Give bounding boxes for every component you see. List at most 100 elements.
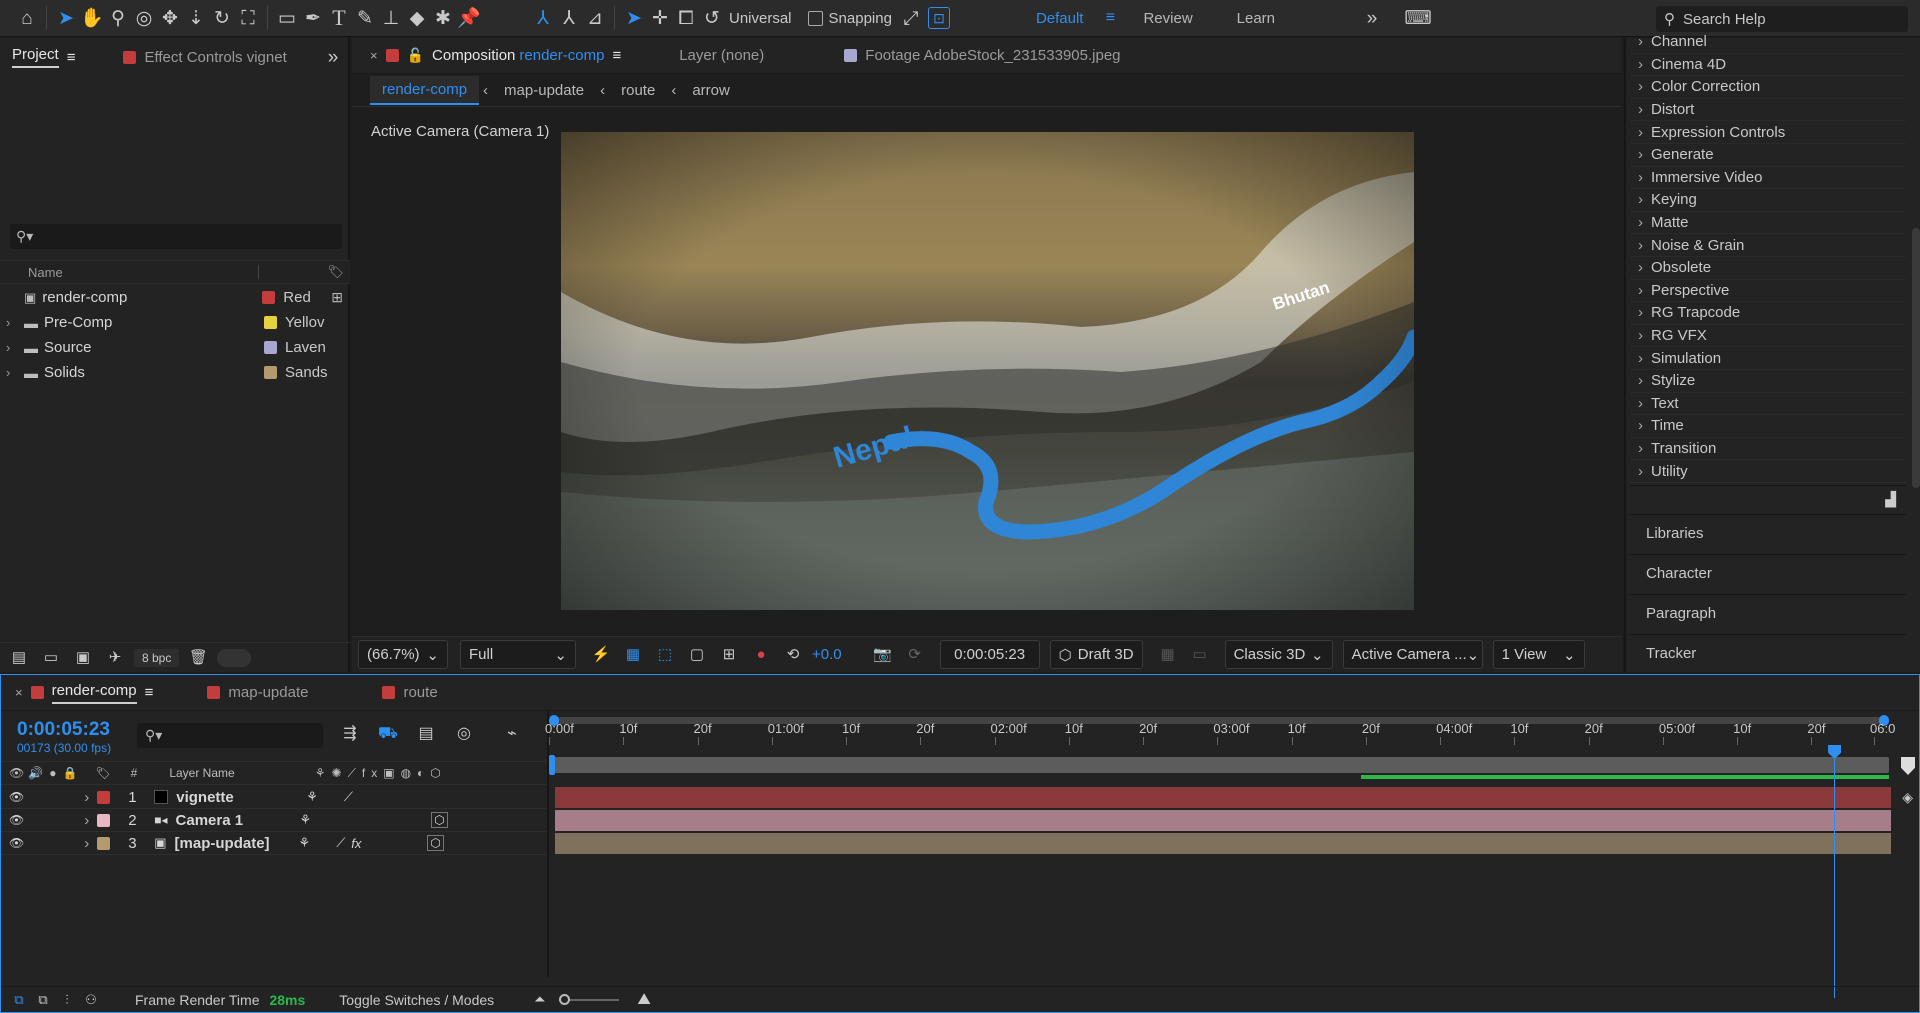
search-help-field[interactable]: ⚲ Search Help — [1656, 6, 1908, 32]
breadcrumb-map-update[interactable]: map-update — [504, 82, 584, 99]
tab-timeline-map-update[interactable]: map-update — [195, 675, 320, 710]
current-time-display[interactable]: 0:00:05:23 — [17, 719, 110, 741]
interpret-footage-icon[interactable]: ▤ — [6, 645, 32, 671]
panel-menu-icon[interactable]: ≡ — [67, 49, 76, 66]
effect-category[interactable]: › Obsolete — [1630, 257, 1906, 280]
tab-composition[interactable]: × 🔓 Composition render-comp ≡ — [352, 38, 633, 73]
new-bin-icon[interactable]: ▟ — [1885, 491, 1896, 508]
world-axis-mode-icon[interactable]: ⅄ — [556, 5, 582, 31]
expand-chevron-icon[interactable]: › — [1638, 101, 1643, 118]
effect-category[interactable]: › Color Correction — [1630, 76, 1906, 99]
effect-category[interactable]: › RG Trapcode — [1630, 302, 1906, 325]
roto-brush-tool-icon[interactable]: ✱ — [430, 5, 456, 31]
orbit-camera-tool-icon[interactable]: ◎ — [131, 5, 157, 31]
libraries-panel[interactable]: Libraries — [1630, 514, 1906, 552]
expand-chevron-icon[interactable]: › — [84, 812, 89, 829]
new-folder-icon[interactable]: ▭ — [38, 645, 64, 671]
expand-chevron-icon[interactable]: › — [1638, 372, 1643, 389]
tab-effect-controls[interactable]: Effect Controls vignet — [111, 38, 298, 76]
expand-chevron-icon[interactable]: › — [1638, 417, 1643, 434]
expand-chevron-icon[interactable]: › — [1638, 259, 1643, 276]
layer-row[interactable]: 👁 › 2 ■◂ Camera 1 ⚘ ⬡ — [1, 809, 547, 832]
effect-category[interactable]: › Immersive Video — [1630, 167, 1906, 190]
tab-timeline-route[interactable]: route — [370, 675, 449, 710]
expand-chevron-icon[interactable]: › — [6, 340, 24, 355]
reset-exposure-icon[interactable]: ⟲ — [780, 642, 806, 668]
hand-tool-icon[interactable]: ✋ — [79, 5, 105, 31]
playhead[interactable] — [1828, 745, 1842, 998]
expand-chevron-icon[interactable]: › — [6, 315, 24, 330]
effect-category[interactable]: › Channel — [1630, 31, 1906, 54]
collapse-switch-icon[interactable]: ⚘ — [299, 835, 311, 851]
quality-switch-icon[interactable]: ⟋ — [336, 835, 345, 851]
more-tabs-icon[interactable]: » — [320, 44, 346, 70]
toggle-switches-modes-button[interactable]: Toggle Switches / Modes — [339, 992, 494, 1008]
bit-depth-button[interactable]: 8 bpc — [134, 648, 180, 667]
clone-stamp-tool-icon[interactable]: ⊥ — [378, 5, 404, 31]
effect-category[interactable]: › Cinema 4D — [1630, 54, 1906, 77]
layer-name[interactable]: Camera 1 — [176, 812, 296, 829]
rectangle-tool-icon[interactable]: ▭ — [274, 5, 300, 31]
effects-scrollbar[interactable] — [1912, 228, 1920, 488]
expand-chevron-icon[interactable]: › — [6, 365, 24, 380]
project-item-solids[interactable]: › ▬ Solids Sands — [0, 360, 350, 385]
layer-row[interactable]: 👁 › 1 vignette ⚘ ⟋ — [1, 786, 547, 809]
draft-3d-toggle[interactable]: ⬡ Draft 3D — [1049, 640, 1143, 669]
pan-camera-tool-icon[interactable]: ✥ — [157, 5, 183, 31]
layer-name[interactable]: [map-update] — [175, 835, 295, 852]
label-color-swatch[interactable] — [97, 836, 111, 850]
tracker-panel[interactable]: Tracker — [1630, 634, 1906, 672]
expand-chevron-icon[interactable]: › — [1638, 440, 1643, 457]
resolution-dropdown[interactable]: Full ⌄ — [460, 640, 576, 669]
expand-chevron-icon[interactable]: › — [1638, 169, 1643, 186]
expand-chevron-icon[interactable]: › — [1638, 395, 1643, 412]
label-color-swatch[interactable] — [97, 813, 111, 827]
label-column-icon[interactable]: 🏷 — [327, 264, 344, 280]
timeline-zoom-slider[interactable] — [559, 993, 620, 1005]
effect-category[interactable]: › Text — [1630, 393, 1906, 416]
effect-category[interactable]: › Simulation — [1630, 347, 1906, 370]
in-out-pane-icon[interactable]: ⫶ — [57, 987, 77, 1013]
magnification-dropdown[interactable]: (66.7%) ⌄ — [358, 640, 448, 669]
collapse-switch-icon[interactable]: ⚘ — [300, 812, 312, 828]
workspace-review[interactable]: Review — [1143, 10, 1192, 27]
viewer-timecode[interactable]: 0:00:05:23 — [939, 640, 1040, 669]
effect-category[interactable]: › RG VFX — [1630, 325, 1906, 348]
effect-category[interactable]: › Expression Controls — [1630, 121, 1906, 144]
fast-previews-icon[interactable]: ⚡ — [588, 642, 614, 668]
effect-category[interactable]: › Distort — [1630, 99, 1906, 122]
effect-category[interactable]: › Transition — [1630, 438, 1906, 461]
zoom-in-icon[interactable]: ⛰ — [637, 991, 650, 1009]
expand-chevron-icon[interactable]: › — [1638, 327, 1643, 344]
universal-select-icon[interactable]: ➤ — [621, 5, 647, 31]
expand-chevron-icon[interactable]: › — [1638, 304, 1643, 321]
effect-category[interactable]: › Keying — [1630, 189, 1906, 212]
close-icon[interactable]: × — [15, 685, 23, 700]
effects-switch-icon[interactable]: fx — [351, 836, 361, 851]
graph-editor-icon[interactable]: ⌁ — [499, 721, 525, 747]
trash-icon[interactable]: 🗑 — [185, 645, 211, 671]
collapse-switch-icon[interactable]: ⚘ — [306, 789, 318, 805]
effect-category[interactable]: › Noise & Grain — [1630, 234, 1906, 257]
exposure-value[interactable]: +0.0 — [812, 646, 842, 663]
home-icon[interactable]: ⌂ — [14, 5, 40, 31]
extended-viewer-icon[interactable]: ▭ — [1187, 642, 1213, 668]
expand-chevron-icon[interactable]: › — [1638, 237, 1643, 254]
label-column-icon[interactable]: 🏷 — [95, 766, 110, 780]
effect-category[interactable]: › Generate — [1630, 144, 1906, 167]
renderer-dropdown[interactable]: Classic 3D ⌄ — [1224, 640, 1333, 669]
preview-toggle[interactable] — [217, 648, 252, 667]
video-visibility-icon[interactable]: 👁 — [9, 836, 24, 850]
keyframe-navigator-icon[interactable]: ◈ — [1902, 789, 1913, 806]
snapshot-camera-icon[interactable]: 📷 — [870, 642, 896, 668]
layer-duration-bar[interactable] — [555, 787, 1891, 808]
view-axis-mode-icon[interactable]: ⊿ — [582, 5, 608, 31]
panel-menu-icon[interactable]: ≡ — [145, 684, 154, 701]
snapping-checkbox[interactable] — [807, 10, 823, 26]
work-area-bar[interactable] — [552, 757, 1889, 773]
breadcrumb-route[interactable]: route — [621, 82, 655, 99]
zoom-out-icon[interactable]: ⏶ — [534, 991, 545, 1008]
column-header-number[interactable]: # — [131, 766, 138, 780]
universal-scale-icon[interactable]: ⧠ — [673, 5, 699, 31]
close-icon[interactable]: × — [370, 48, 378, 63]
